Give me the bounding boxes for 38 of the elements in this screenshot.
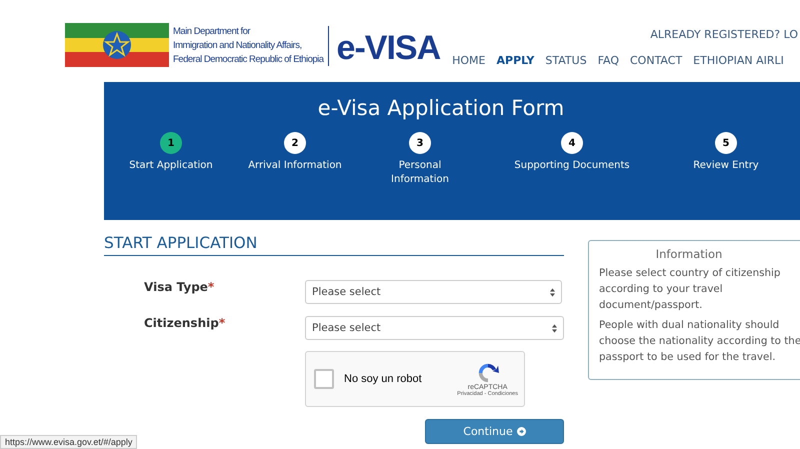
evisa-logo: e-VISA [336, 28, 440, 68]
step-number: 4 [561, 132, 583, 154]
nav-link[interactable]: HOME [452, 54, 486, 66]
login-link[interactable]: ALREADY REGISTERED? LO [650, 28, 798, 40]
info-text: Please select country of citizenship according to your travel document/passport. [599, 266, 782, 313]
recaptcha-icon [476, 362, 499, 384]
step-label: Supporting Documents [514, 159, 630, 173]
captcha-checkbox[interactable] [314, 369, 334, 389]
field-label: Visa Type* [144, 280, 216, 294]
ethiopia-flag-icon [65, 23, 169, 67]
step-label: Review Entry [693, 159, 759, 173]
field-label: Citizenship* [144, 316, 226, 330]
section-heading: START APPLICATION [104, 234, 564, 256]
dropdown-arrows-icon [552, 324, 557, 332]
nav-link[interactable]: APPLY [496, 54, 534, 66]
step-label: Start Application [129, 159, 213, 173]
arrow-right-circle-icon [516, 427, 526, 436]
department-name: Immigration and Nationality Affairs, [173, 39, 303, 53]
nav-link[interactable]: ETHIOPIAN AIRLI [693, 54, 784, 66]
step-number: 1 [160, 132, 182, 154]
captcha-label: No soy un robot [344, 373, 423, 385]
step-number: 5 [715, 132, 737, 154]
nav-link[interactable]: STATUS [545, 54, 587, 66]
step-number: 2 [284, 132, 306, 154]
form-title: e-Visa Application Form [316, 96, 566, 120]
dropdown-arrows-icon [550, 288, 555, 296]
info-title: Information [654, 247, 724, 261]
department-name: Federal Democratic Republic of Ethiopia [173, 53, 324, 67]
status-url: https://www.evisa.gov.et/#/apply [0, 435, 138, 449]
nav-link[interactable]: FAQ [598, 54, 619, 66]
step-number: 3 [409, 132, 431, 154]
nav-link[interactable]: CONTACT [630, 54, 682, 66]
step-label: Arrival Information [248, 159, 342, 173]
select-field[interactable]: Please select [305, 316, 564, 340]
select-field[interactable]: Please select [305, 280, 562, 304]
department-name: Main Department for [173, 25, 252, 39]
step-label: Personal Information [390, 159, 450, 187]
continue-button[interactable]: Continue [425, 419, 564, 444]
